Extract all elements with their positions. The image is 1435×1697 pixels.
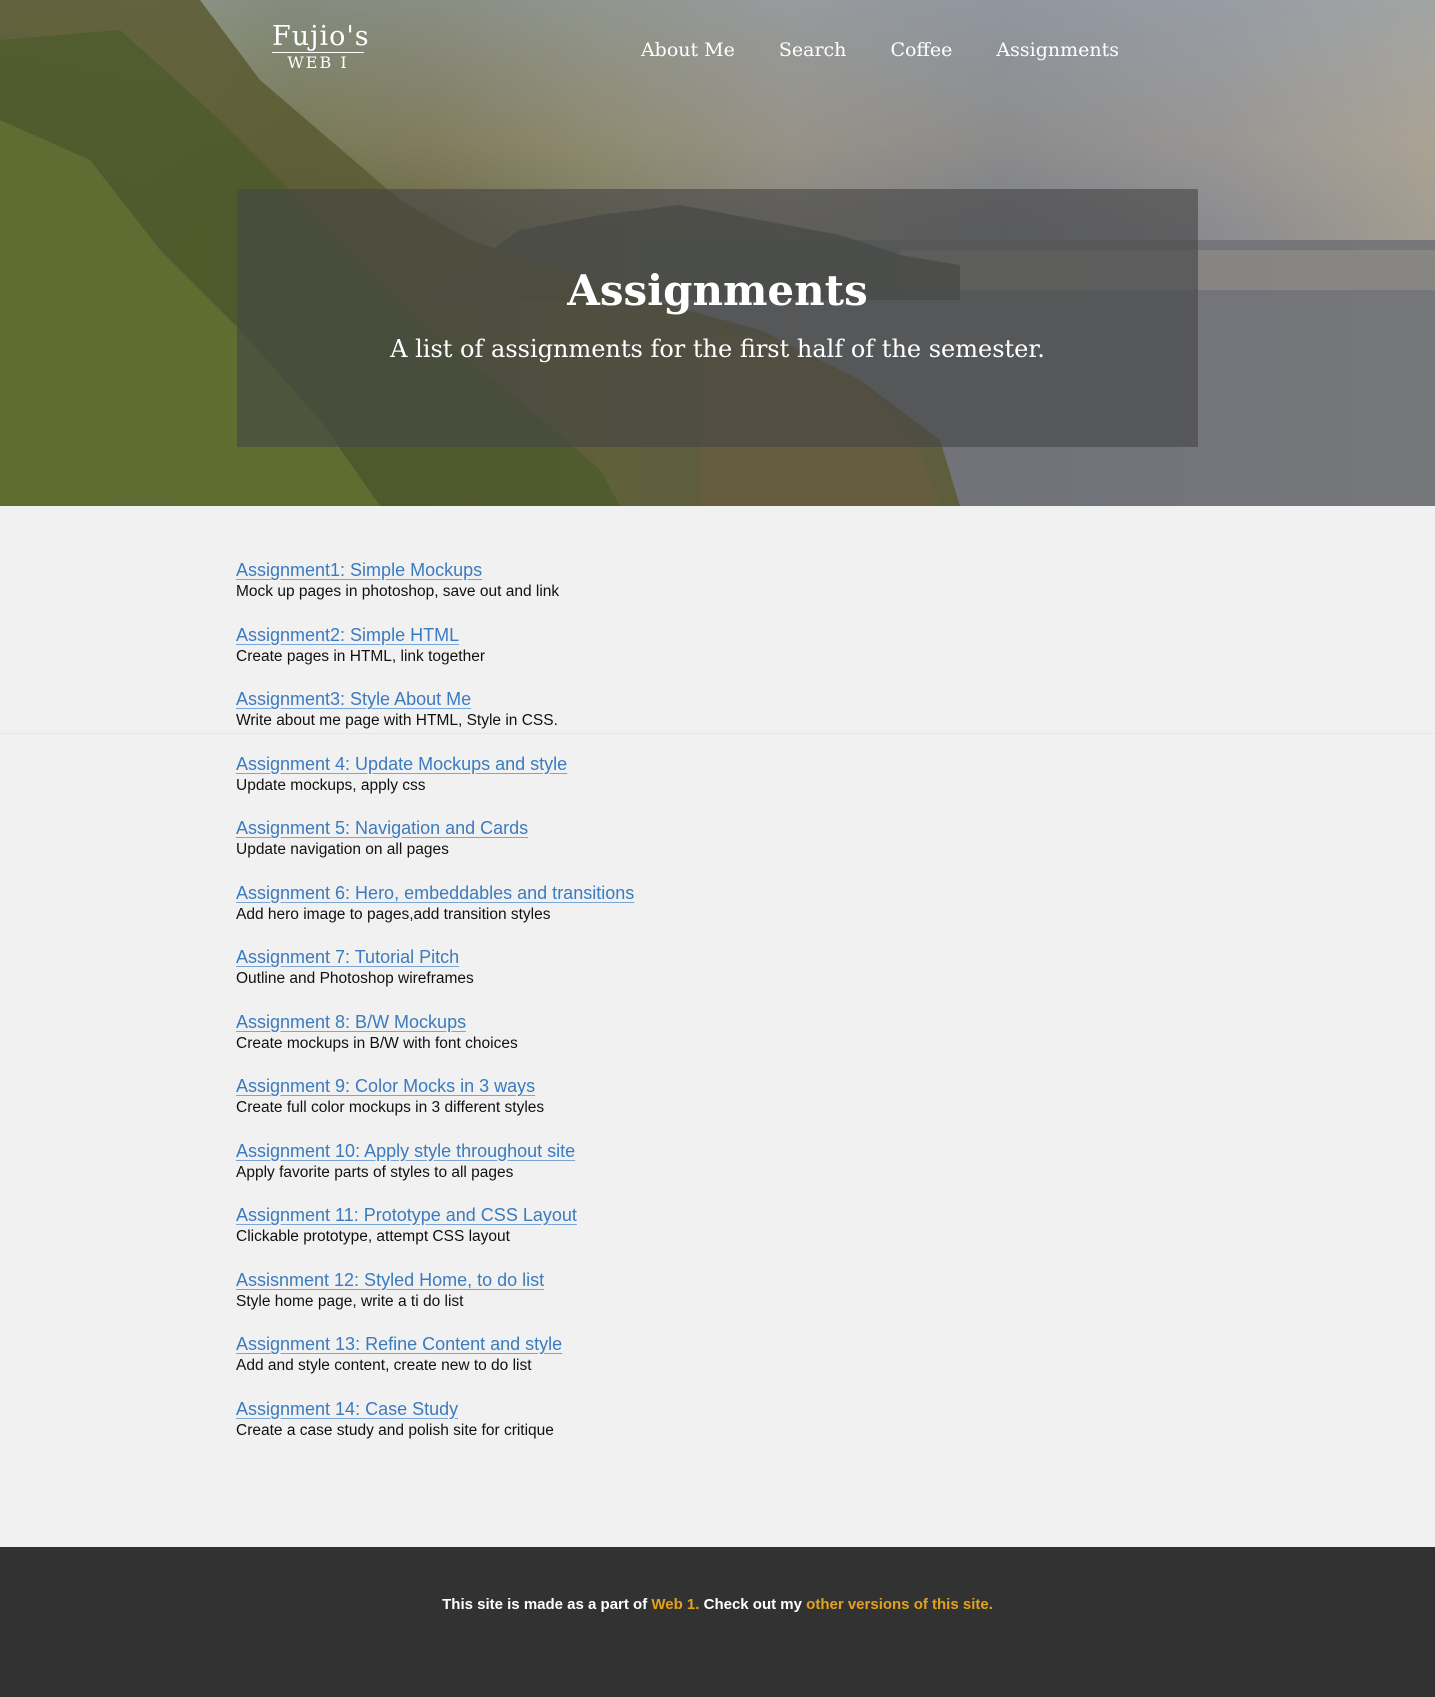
list-item: Assignment 13: Refine Content and style … [236, 1332, 1136, 1397]
assignment-description: Add hero image to pages,add transition s… [236, 905, 551, 923]
logo-title: Fujio's [272, 21, 370, 53]
list-item: Assignment 6: Hero, embeddables and tran… [236, 881, 1136, 946]
assignment-description: Add and style content, create new to do … [236, 1357, 532, 1374]
list-item: Assignment 7: Tutorial Pitch Outline and… [236, 945, 1136, 1010]
list-item: Assignment1: Simple Mockups Mock up page… [236, 558, 1136, 623]
footer-other-versions-link[interactable]: other versions of this site. [806, 1596, 993, 1613]
assignment-link[interactable]: Assignment 10: Apply style throughout si… [236, 1139, 575, 1163]
assignment-link[interactable]: Assignment 6: Hero, embeddables and tran… [236, 881, 634, 905]
footer-web1-link[interactable]: Web 1. [651, 1596, 699, 1613]
footer-text: This site is made as a part of Web 1. Ch… [0, 1547, 1435, 1615]
nav-search[interactable]: Search [779, 36, 847, 64]
assignment-link[interactable]: Assisnment 12: Styled Home, to do list [236, 1268, 544, 1292]
hero-banner: Fujio's WEB I About Me Search Coffee Ass… [0, 0, 1435, 506]
assignment-description: Update navigation on all pages [236, 841, 449, 858]
assignment-link[interactable]: Assignment 11: Prototype and CSS Layout [236, 1203, 577, 1227]
hero-text-box: Assignments A list of assignments for th… [237, 189, 1198, 447]
main-nav: About Me Search Coffee Assignments [597, 36, 1119, 64]
page-subtitle: A list of assignments for the first half… [390, 335, 1045, 363]
assignment-link[interactable]: Assignment2: Simple HTML [236, 623, 459, 647]
list-item: Assignment 9: Color Mocks in 3 ways Crea… [236, 1074, 1136, 1139]
assignment-link[interactable]: Assignment 13: Refine Content and style [236, 1332, 562, 1356]
assignment-link[interactable]: Assignment 8: B/W Mockups [236, 1010, 466, 1034]
footer-text-part2: Check out my [699, 1596, 807, 1613]
assignment-description: Create pages in HTML, link together [236, 647, 485, 665]
nav-about-me[interactable]: About Me [641, 36, 735, 64]
assignment-link[interactable]: Assignment1: Simple Mockups [236, 558, 482, 582]
assignment-description: Clickable prototype, attempt CSS layout [236, 1228, 510, 1245]
assignment-description: Mock up pages in photoshop, save out and… [236, 583, 560, 600]
list-item: Assignment3: Style About Me Write about … [236, 687, 1136, 752]
assignment-description: Write about me page with HTML, Style in … [236, 712, 558, 729]
assignment-description: Create mockups in B/W with font choices [236, 1034, 518, 1052]
assignment-description: Create a case study and polish site for … [236, 1421, 554, 1439]
assignment-link[interactable]: Assignment 4: Update Mockups and style [236, 752, 567, 776]
assignment-link[interactable]: Assignment 7: Tutorial Pitch [236, 945, 459, 969]
list-item: Assignment 8: B/W Mockups Create mockups… [236, 1010, 1136, 1075]
assignment-list: Assignment1: Simple Mockups Mock up page… [236, 558, 1136, 1461]
list-item: Assisnment 12: Styled Home, to do list S… [236, 1268, 1136, 1333]
assignment-description: Create full color mockups in 3 different… [236, 1099, 545, 1116]
assignment-description: Apply favorite parts of styles to all pa… [236, 1163, 514, 1181]
nav-assignments[interactable]: Assignments [996, 36, 1119, 64]
footer-text-part1: This site is made as a part of [442, 1596, 652, 1613]
assignment-link[interactable]: Assignment3: Style About Me [236, 687, 471, 711]
assignment-description: Style home page, write a ti do list [236, 1292, 464, 1310]
list-item: Assignment 4: Update Mockups and style U… [236, 752, 1136, 817]
assignment-description: Outline and Photoshop wireframes [236, 970, 474, 987]
list-item: Assignment 10: Apply style throughout si… [236, 1139, 1136, 1204]
list-item: Assignment 5: Navigation and Cards Updat… [236, 816, 1136, 881]
assignment-description: Update mockups, apply css [236, 776, 426, 794]
site-logo[interactable]: Fujio's WEB I [272, 21, 370, 73]
list-item: Assignment 14: Case Study Create a case … [236, 1397, 1136, 1462]
nav-coffee[interactable]: Coffee [890, 36, 952, 64]
list-item: Assignment2: Simple HTML Create pages in… [236, 623, 1136, 688]
assignment-link[interactable]: Assignment 9: Color Mocks in 3 ways [236, 1074, 535, 1098]
assignment-link[interactable]: Assignment 5: Navigation and Cards [236, 816, 528, 840]
site-footer: This site is made as a part of Web 1. Ch… [0, 1547, 1435, 1697]
page-title: Assignments [567, 266, 868, 315]
list-item: Assignment 11: Prototype and CSS Layout … [236, 1203, 1136, 1268]
assignment-link[interactable]: Assignment 14: Case Study [236, 1397, 458, 1421]
logo-subtitle: WEB I [287, 53, 349, 72]
